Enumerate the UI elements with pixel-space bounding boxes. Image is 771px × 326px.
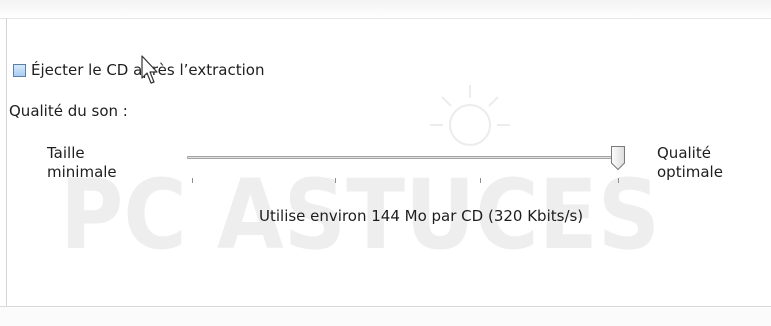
slider-max-label: Qualité optimale: [657, 144, 723, 182]
window-top-edge: [0, 0, 771, 19]
mouse-cursor-icon: [141, 55, 158, 84]
slider-tick: [335, 178, 336, 183]
window-bottom-edge: [0, 306, 771, 326]
slider-tick: [192, 178, 193, 183]
slider-tick: [480, 178, 481, 183]
quality-section-label: Qualité du son :: [9, 102, 128, 120]
lightbulb-icon: [430, 85, 510, 146]
slider-min-label: Taille minimale: [47, 144, 117, 182]
slider-min-label-line1: Taille: [47, 144, 85, 162]
quality-slider-track[interactable]: [187, 156, 619, 159]
slider-tick: [618, 178, 619, 183]
window-left-edge: [6, 18, 7, 306]
slider-min-label-line2: minimale: [47, 163, 117, 181]
slider-max-label-line2: optimale: [657, 163, 723, 181]
quality-info-text: Utilise environ 144 Mo par CD (320 Kbits…: [259, 207, 584, 225]
quality-slider-thumb[interactable]: [610, 145, 626, 171]
eject-option[interactable]: Éjecter le CD après l’extraction: [13, 61, 264, 79]
slider-max-label-line1: Qualité: [657, 144, 711, 162]
pc-astuces-watermark: PC ASTUCES: [60, 85, 660, 271]
eject-checkbox[interactable]: [13, 63, 26, 77]
